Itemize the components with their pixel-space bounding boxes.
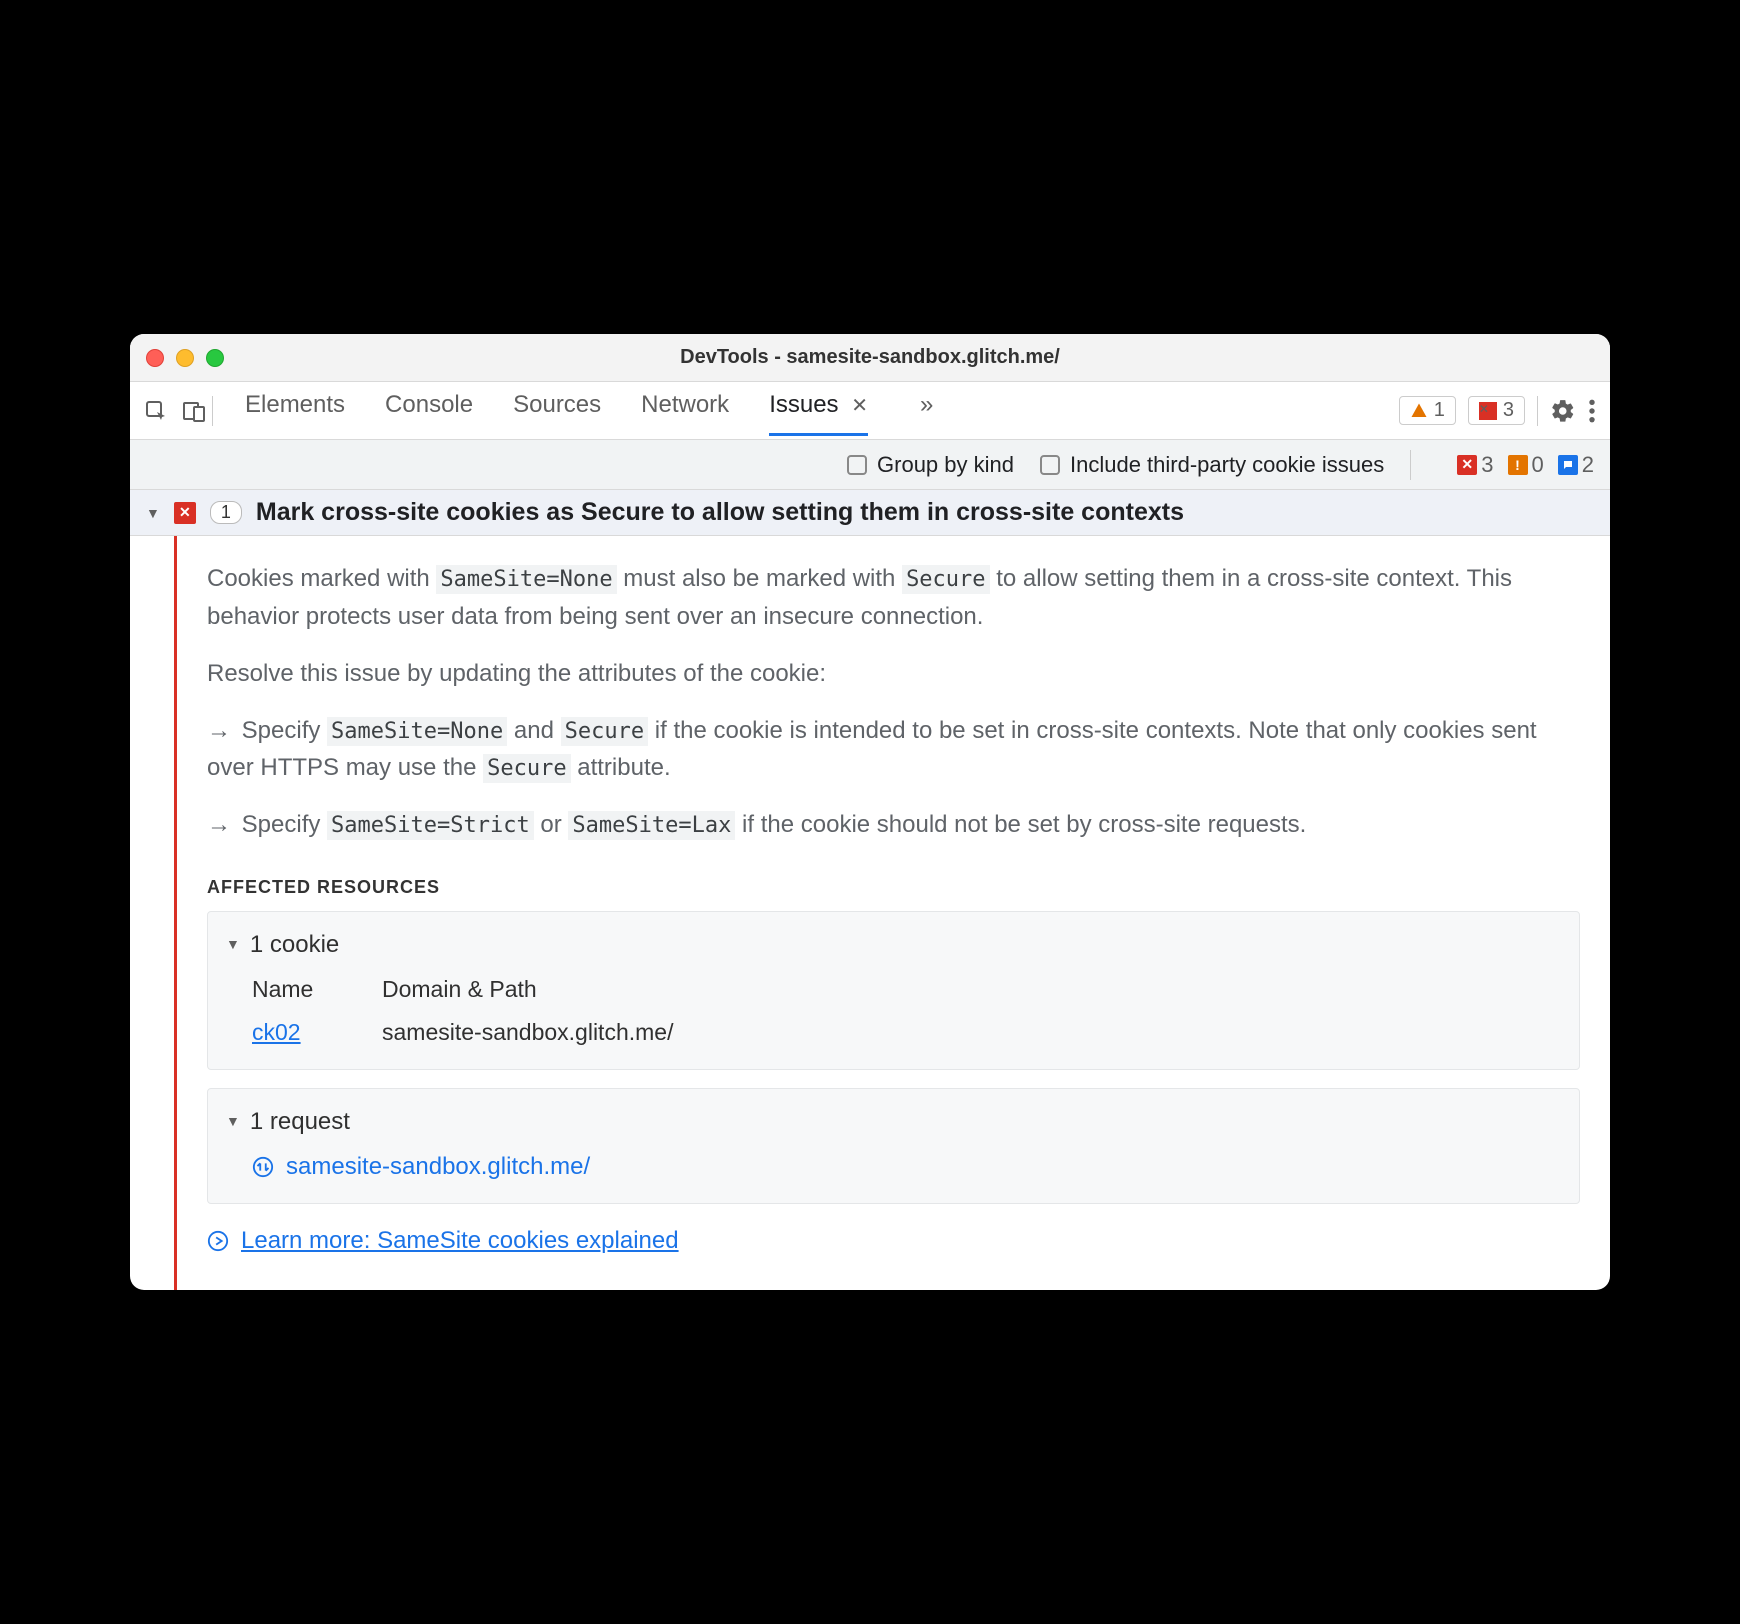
errors-badge-count: 3 bbox=[1481, 452, 1493, 478]
error-icon: ✕ bbox=[1479, 402, 1497, 420]
tab-network[interactable]: Network bbox=[641, 391, 729, 431]
tabs-row: Elements Console Sources Network Issues … bbox=[130, 382, 1610, 440]
expand-icon: ▼ bbox=[226, 1111, 240, 1133]
improvements-badge[interactable]: 2 bbox=[1558, 452, 1594, 478]
tab-elements[interactable]: Elements bbox=[245, 391, 345, 431]
devtools-window: DevTools - samesite-sandbox.glitch.me/ E… bbox=[130, 334, 1610, 1289]
panel-tabs: Elements Console Sources Network Issues … bbox=[245, 391, 933, 431]
tab-console[interactable]: Console bbox=[385, 391, 473, 431]
expand-icon[interactable]: ▼ bbox=[146, 505, 160, 521]
request-icon bbox=[252, 1156, 274, 1178]
errors-counter[interactable]: ✕ 3 bbox=[1468, 396, 1525, 425]
close-tab-icon[interactable]: ✕ bbox=[851, 395, 868, 417]
cookie-table: Name Domain & Path ck02 samesite-sandbox… bbox=[252, 972, 1561, 1051]
issue-bullet-1: → Specify SameSite=None and Secure if th… bbox=[207, 712, 1580, 786]
expand-icon: ▼ bbox=[226, 934, 240, 956]
issue-body: Cookies marked with SameSite=None must a… bbox=[130, 536, 1610, 1289]
tab-issues-label: Issues bbox=[769, 391, 838, 418]
window-title: DevTools - samesite-sandbox.glitch.me/ bbox=[130, 346, 1610, 369]
group-by-kind-label: Group by kind bbox=[877, 452, 1014, 478]
more-tabs-icon[interactable]: » bbox=[920, 391, 933, 431]
learn-more-row: Learn more: SameSite cookies explained bbox=[207, 1222, 1580, 1259]
affected-cookies-toggle[interactable]: ▼ 1 cookie bbox=[226, 926, 1561, 963]
warning-icon: ! bbox=[1508, 455, 1528, 475]
group-by-kind-checkbox[interactable]: Group by kind bbox=[847, 452, 1014, 478]
tab-sources[interactable]: Sources bbox=[513, 391, 601, 431]
errors-badge[interactable]: ✕ 3 bbox=[1457, 452, 1493, 478]
cookie-name-link[interactable]: ck02 bbox=[252, 1019, 301, 1045]
checkbox-icon bbox=[1040, 455, 1060, 475]
issue-title: Mark cross-site cookies as Secure to all… bbox=[256, 498, 1184, 527]
affected-requests-count: 1 request bbox=[250, 1103, 350, 1140]
affected-requests-toggle[interactable]: ▼ 1 request bbox=[226, 1103, 1561, 1140]
warnings-counter[interactable]: 1 bbox=[1399, 396, 1456, 425]
issue-kind-badges: ✕ 3 ! 0 2 bbox=[1457, 452, 1594, 478]
issue-count-badge: 1 bbox=[210, 501, 242, 524]
issue-bullet-2: → Specify SameSite=Strict or SameSite=La… bbox=[207, 806, 1580, 843]
affected-requests-block: ▼ 1 request samesite-sandbox.glitch.me/ bbox=[207, 1088, 1580, 1204]
breaking-badge[interactable]: ! 0 bbox=[1508, 452, 1544, 478]
affected-resources-label: AFFECTED RESOURCES bbox=[207, 874, 1580, 902]
inspect-icon[interactable] bbox=[144, 399, 168, 423]
col-domain-header: Domain & Path bbox=[382, 972, 1561, 1008]
errors-count: 3 bbox=[1503, 399, 1514, 422]
info-icon bbox=[1558, 455, 1578, 475]
issue-row[interactable]: ▼ ✕ 1 Mark cross-site cookies as Secure … bbox=[130, 490, 1610, 536]
settings-icon[interactable] bbox=[1550, 398, 1576, 424]
error-icon: ✕ bbox=[1457, 455, 1477, 475]
col-name-header: Name bbox=[252, 972, 362, 1008]
warnings-count: 1 bbox=[1434, 399, 1445, 422]
checkbox-icon bbox=[847, 455, 867, 475]
request-url[interactable]: samesite-sandbox.glitch.me/ bbox=[286, 1148, 590, 1185]
improvements-badge-count: 2 bbox=[1582, 452, 1594, 478]
titlebar: DevTools - samesite-sandbox.glitch.me/ bbox=[130, 334, 1610, 382]
issues-filterbar: Group by kind Include third-party cookie… bbox=[130, 440, 1610, 490]
include-third-party-checkbox[interactable]: Include third-party cookie issues bbox=[1040, 452, 1384, 478]
breaking-badge-count: 0 bbox=[1532, 452, 1544, 478]
more-options-icon[interactable] bbox=[1588, 398, 1596, 424]
device-toolbar-icon[interactable] bbox=[182, 399, 206, 423]
cookie-domain-value: samesite-sandbox.glitch.me/ bbox=[382, 1015, 1561, 1051]
external-link-icon bbox=[207, 1230, 229, 1252]
error-icon: ✕ bbox=[174, 502, 196, 524]
tab-issues[interactable]: Issues ✕ bbox=[769, 391, 868, 431]
affected-cookies-block: ▼ 1 cookie Name Domain & Path ck02 sames… bbox=[207, 911, 1580, 1069]
affected-cookies-count: 1 cookie bbox=[250, 926, 339, 963]
issue-description-2: Resolve this issue by updating the attri… bbox=[207, 655, 1580, 692]
include-third-party-label: Include third-party cookie issues bbox=[1070, 452, 1384, 478]
issue-description-1: Cookies marked with SameSite=None must a… bbox=[207, 560, 1580, 634]
learn-more-link[interactable]: Learn more: SameSite cookies explained bbox=[241, 1222, 679, 1259]
